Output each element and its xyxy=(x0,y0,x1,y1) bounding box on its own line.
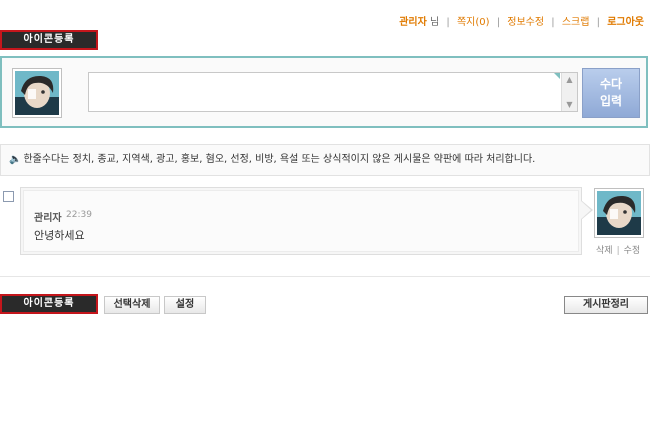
settings-button[interactable]: 설정 xyxy=(164,296,206,314)
scroll-up-icon[interactable]: ▲ xyxy=(562,73,577,86)
logout-link[interactable]: 로그아웃 xyxy=(607,17,644,28)
speaker-icon: 🔈 xyxy=(9,154,22,165)
honorific: 님 xyxy=(429,17,440,28)
submit-button[interactable]: 수다 입력 xyxy=(582,68,640,118)
corner-marker xyxy=(554,73,560,79)
post-actions: 삭제 | 수정 xyxy=(596,246,641,256)
post-avatar-icon xyxy=(597,191,641,235)
edit-post-link[interactable]: 수정 xyxy=(624,246,641,256)
board-manage-button[interactable]: 게시판정리 xyxy=(564,296,648,314)
delete-post-link[interactable]: 삭제 xyxy=(596,246,613,256)
scrollbar[interactable]: ▲ ▼ xyxy=(561,73,577,111)
scroll-down-icon[interactable]: ▼ xyxy=(562,98,577,111)
post-select-checkbox[interactable] xyxy=(3,191,14,202)
notice-banner: 🔈 한줄수다는 정치, 종교, 지역색, 광고, 홍보, 혐오, 선정, 비방, … xyxy=(0,144,650,176)
chat-input-panel: ▲ ▼ 수다 입력 xyxy=(0,56,648,128)
admin-name[interactable]: 관리자 xyxy=(399,17,427,28)
post-avatar xyxy=(594,188,644,238)
icon-register-button[interactable]: 아이콘등록 xyxy=(0,30,98,50)
delete-selected-button[interactable]: 선택삭제 xyxy=(104,296,160,314)
icon-register-button-bottom[interactable]: 아이콘등록 xyxy=(0,294,98,314)
post-author: 관리자 xyxy=(34,213,62,224)
post-time: 22:39 xyxy=(66,210,92,220)
message-textarea-wrap: ▲ ▼ xyxy=(88,72,578,112)
divider xyxy=(0,276,650,277)
message-input[interactable] xyxy=(89,73,561,111)
messages-link[interactable]: 쪽지(0) xyxy=(457,17,490,28)
notice-text: 한줄수다는 정치, 종교, 지역색, 광고, 홍보, 혐오, 선정, 비방, 욕… xyxy=(23,154,536,165)
scrap-link[interactable]: 스크랩 xyxy=(562,17,590,28)
user-menu: 관리자 님 | 쪽지(0) | 정보수정 | 스크랩 | 로그아웃 xyxy=(399,17,644,28)
edit-profile-link[interactable]: 정보수정 xyxy=(507,17,544,28)
avatar xyxy=(12,68,62,118)
post-bubble: 관리자 22:39 안녕하세요 xyxy=(20,187,582,255)
avatar-icon xyxy=(15,71,59,115)
post-message: 안녕하세요 xyxy=(34,229,85,242)
